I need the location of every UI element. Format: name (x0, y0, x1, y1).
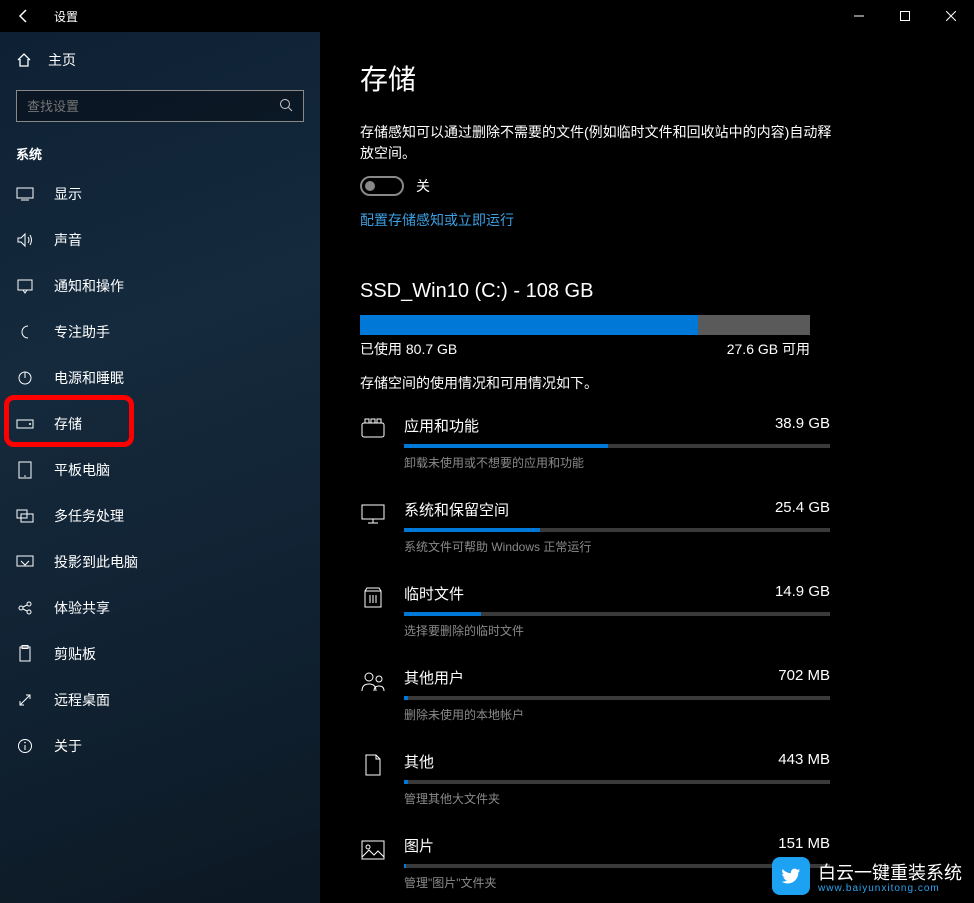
category-row[interactable]: 其他用户 702 MB 删除未使用的本地帐户 (360, 667, 830, 723)
category-icon (360, 753, 386, 779)
multitask-icon (16, 509, 34, 523)
sidebar-item-tablet[interactable]: 平板电脑 (0, 447, 320, 493)
sound-icon (16, 232, 34, 248)
category-size: 702 MB (778, 667, 830, 688)
notifications-icon (16, 278, 34, 294)
project-icon (16, 555, 34, 569)
category-icon (360, 501, 386, 527)
category-bar (404, 612, 830, 616)
category-sub: 管理其他大文件夹 (404, 790, 830, 807)
drive-title: SSD_Win10 (C:) - 108 GB (360, 280, 974, 303)
sidebar-item-clipboard[interactable]: 剪贴板 (0, 631, 320, 677)
category-size: 14.9 GB (775, 583, 830, 604)
category-name: 图片 (404, 835, 434, 856)
back-button[interactable] (0, 0, 48, 32)
category-size: 38.9 GB (775, 415, 830, 436)
category-sub: 系统文件可帮助 Windows 正常运行 (404, 538, 830, 555)
category-sub: 管理"图片"文件夹 (404, 874, 830, 891)
category-row[interactable]: 其他 443 MB 管理其他大文件夹 (360, 751, 830, 807)
page-title: 存储 (360, 58, 974, 98)
category-size: 151 MB (778, 835, 830, 856)
sidebar-item-storage[interactable]: 存储 (0, 401, 320, 447)
tablet-icon (16, 461, 34, 479)
sidebar-item-display[interactable]: 显示 (0, 171, 320, 217)
close-button[interactable] (928, 0, 974, 32)
storage-sense-toggle[interactable] (360, 176, 404, 196)
power-icon (16, 370, 34, 386)
category-sub: 选择要删除的临时文件 (404, 622, 830, 639)
home-icon (16, 52, 32, 68)
sidebar-item-notifications[interactable]: 通知和操作 (0, 263, 320, 309)
category-bar (404, 864, 830, 868)
drive-usage-bar (360, 315, 810, 335)
used-label: 已使用 80.7 GB (360, 339, 457, 359)
moon-icon (16, 324, 34, 340)
category-sub: 卸载未使用或不想要的应用和功能 (404, 454, 830, 471)
sidebar-item-sound[interactable]: 声音 (0, 217, 320, 263)
sidebar-item-multitask[interactable]: 多任务处理 (0, 493, 320, 539)
content-area: 存储 存储感知可以通过删除不需要的文件(例如临时文件和回收站中的内容)自动释放空… (320, 32, 974, 903)
storage-sense-desc: 存储感知可以通过删除不需要的文件(例如临时文件和回收站中的内容)自动释放空间。 (360, 122, 840, 164)
search-input[interactable] (16, 90, 304, 122)
sidebar-home[interactable]: 主页 (0, 40, 320, 80)
sidebar-item-about[interactable]: 关于 (0, 723, 320, 769)
sidebar-item-remote[interactable]: 远程桌面 (0, 677, 320, 723)
sidebar-item-power[interactable]: 电源和睡眠 (0, 355, 320, 401)
watermark: 白云一键重装系统 www.baiyunxitong.com (772, 857, 962, 895)
clipboard-icon (16, 645, 34, 663)
free-label: 27.6 GB 可用 (727, 339, 810, 359)
watermark-icon (772, 857, 810, 895)
minimize-button[interactable] (836, 0, 882, 32)
watermark-text: 白云一键重装系统 (818, 859, 962, 885)
category-icon (360, 837, 386, 863)
category-name: 临时文件 (404, 583, 464, 604)
category-icon (360, 669, 386, 695)
sidebar-item-shared[interactable]: 体验共享 (0, 585, 320, 631)
category-sub: 删除未使用的本地帐户 (404, 706, 830, 723)
category-bar (404, 528, 830, 532)
sidebar-item-projecting[interactable]: 投影到此电脑 (0, 539, 320, 585)
usage-desc: 存储空间的使用情况和可用情况如下。 (360, 373, 974, 393)
category-row[interactable]: 临时文件 14.9 GB 选择要删除的临时文件 (360, 583, 830, 639)
category-bar (404, 780, 830, 784)
sidebar-item-focus[interactable]: 专注助手 (0, 309, 320, 355)
configure-link[interactable]: 配置存储感知或立即运行 (360, 210, 514, 230)
category-size: 25.4 GB (775, 499, 830, 520)
category-icon (360, 417, 386, 443)
category-row[interactable]: 系统和保留空间 25.4 GB 系统文件可帮助 Windows 正常运行 (360, 499, 830, 555)
home-label: 主页 (48, 50, 76, 70)
category-name: 应用和功能 (404, 415, 479, 436)
category-row[interactable]: 图片 151 MB 管理"图片"文件夹 (360, 835, 830, 891)
toggle-label: 关 (416, 176, 430, 196)
category-bar (404, 696, 830, 700)
category-icon (360, 585, 386, 611)
share-icon (16, 600, 34, 616)
storage-icon (16, 419, 34, 429)
category-row[interactable]: 应用和功能 38.9 GB 卸载未使用或不想要的应用和功能 (360, 415, 830, 471)
sidebar-group: 系统 (16, 144, 320, 163)
category-bar (404, 444, 830, 448)
category-name: 其他 (404, 751, 434, 772)
info-icon (16, 738, 34, 754)
search-icon (278, 97, 294, 113)
category-name: 系统和保留空间 (404, 499, 509, 520)
display-icon (16, 187, 34, 201)
category-name: 其他用户 (404, 667, 464, 688)
remote-icon (16, 692, 34, 708)
category-size: 443 MB (778, 751, 830, 772)
window-title: 设置 (54, 8, 78, 25)
sidebar: 主页 系统 显示 声音 通知和操作 专注助手 电源和睡眠 (0, 32, 320, 903)
maximize-button[interactable] (882, 0, 928, 32)
